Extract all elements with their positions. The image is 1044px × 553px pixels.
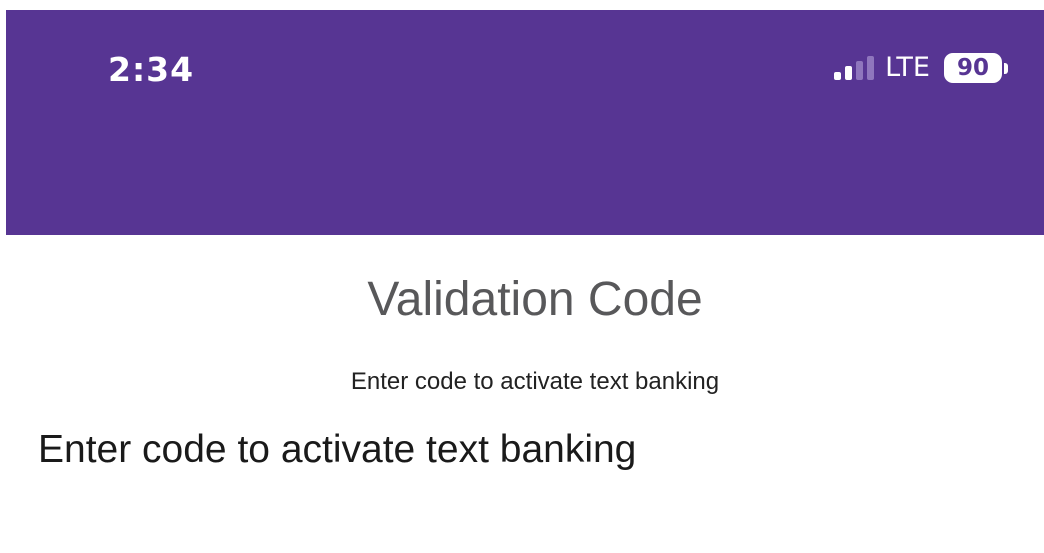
validation-screen: 2:34 LTE 90 Validation Code Enter code t…	[0, 0, 1044, 553]
signal-bar-3	[856, 61, 864, 80]
network-type: LTE	[885, 52, 930, 83]
signal-bar-2	[845, 66, 853, 80]
page-title: Validation Code	[367, 273, 703, 326]
battery-tip	[1004, 62, 1008, 74]
signal-bar-4	[867, 56, 875, 80]
status-indicators: LTE 90	[834, 51, 1008, 85]
signal-bar-1	[834, 72, 842, 80]
cellular-signal-icon	[834, 56, 875, 80]
status-bar: 2:34 LTE 90	[6, 10, 1044, 235]
battery-level: 90	[944, 53, 1002, 83]
page-subtitle: Enter code to activate text banking	[350, 368, 720, 395]
status-time: 2:34	[108, 50, 195, 89]
code-field-label[interactable]: Enter code to activate text banking	[38, 425, 636, 475]
battery-icon: 90	[944, 53, 1008, 83]
